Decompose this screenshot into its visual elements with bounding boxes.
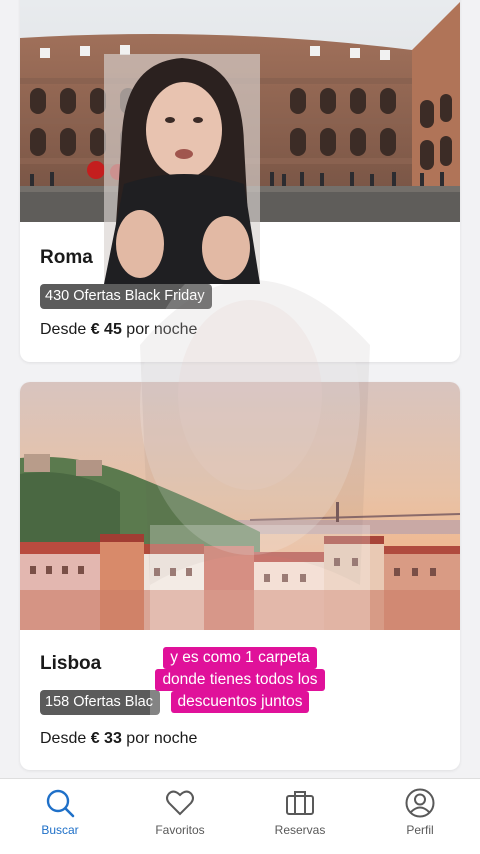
briefcase-icon: [286, 791, 314, 815]
tab-label: Favoritos: [155, 823, 205, 837]
tab-label: Reservas: [274, 823, 326, 837]
hotel-card-roma[interactable]: Roma 430 Ofertas Black Friday Desde € 45…: [20, 0, 460, 362]
tab-favoritos[interactable]: Favoritos: [132, 787, 228, 837]
bottom-tab-bar: Buscar Favoritos Reservas Perfil: [0, 778, 480, 854]
search-icon: [46, 789, 75, 818]
tab-reservas[interactable]: Reservas: [252, 787, 348, 837]
tab-label: Perfil: [406, 823, 434, 837]
price-text: Desde € 33 por noche: [40, 730, 198, 747]
price-text: Desde € 45 por noche: [40, 321, 198, 338]
tab-label: Buscar: [41, 823, 79, 837]
city-photo-roma: [20, 0, 460, 222]
city-name: Roma: [40, 247, 93, 268]
offers-badge: 158 Ofertas Blac: [40, 690, 160, 715]
city-name: Lisboa: [40, 653, 102, 674]
tab-perfil[interactable]: Perfil: [372, 787, 468, 837]
tab-buscar[interactable]: Buscar: [12, 787, 108, 837]
offers-badge: 430 Ofertas Black Friday: [40, 284, 212, 309]
heart-icon: [166, 790, 194, 816]
user-circle-icon: [405, 788, 435, 818]
hotel-card-lisboa[interactable]: Lisboa 158 Ofertas Blac Desde € 33 por n…: [20, 382, 460, 770]
city-photo-lisboa: [20, 382, 460, 630]
